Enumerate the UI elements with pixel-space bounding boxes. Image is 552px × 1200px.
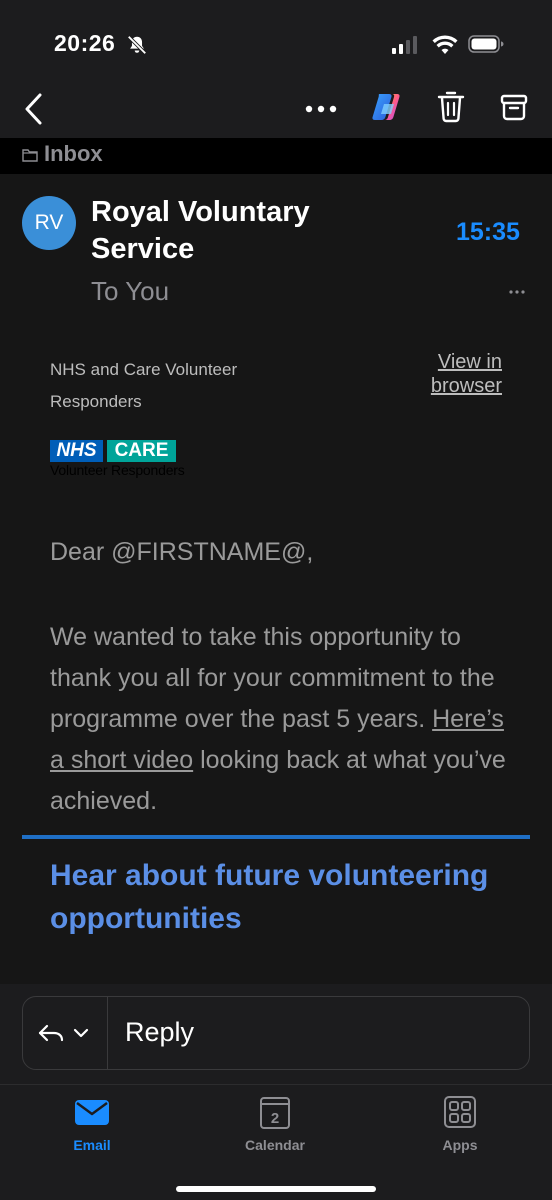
email-greeting: Dear @FIRSTNAME@,: [50, 538, 314, 566]
section-heading: Hear about future volunteering opportuni…: [50, 859, 489, 935]
avatar[interactable]: RV: [22, 196, 76, 250]
wifi-icon: [432, 35, 458, 54]
logo-subtitle: Volunteer Responders: [50, 462, 185, 478]
trash-icon[interactable]: [436, 90, 466, 124]
message-toolbar: [0, 90, 552, 138]
message-view: RV Royal Voluntary Service To You 15:35 …: [0, 174, 552, 984]
logo-nhs: NHS: [50, 440, 103, 462]
recipient-line[interactable]: To You: [91, 276, 169, 307]
logo-care: CARE: [107, 440, 176, 462]
signal-icon: [392, 36, 417, 54]
reply-label: Reply: [125, 1017, 195, 1047]
tab-bar: Email 2 Calendar Apps: [0, 1084, 552, 1200]
message-more-icon[interactable]: [508, 289, 526, 295]
copilot-icon[interactable]: [370, 90, 404, 124]
reply-chevron-icon[interactable]: [37, 1019, 97, 1047]
tab-apps-label: Apps: [442, 1137, 478, 1153]
bell-slash-icon: [127, 35, 147, 55]
nhs-care-logo: NHS CARE Volunteer Responders: [50, 440, 220, 482]
more-icon[interactable]: [304, 104, 338, 114]
email-sender-line: NHS and Care Volunteer Responders: [50, 360, 238, 411]
apps-icon: [444, 1096, 476, 1128]
reply-separator: [107, 997, 108, 1069]
view-in-browser-link[interactable]: View in browser: [410, 350, 502, 398]
home-indicator: [176, 1186, 376, 1192]
status-bar: 20:26: [0, 0, 552, 90]
tab-calendar[interactable]: 2 Calendar: [220, 1095, 330, 1153]
archive-icon[interactable]: [500, 92, 528, 122]
mail-icon: [75, 1100, 109, 1125]
email-paragraph: We wanted to take this opportunity to th…: [50, 617, 520, 822]
calendar-badge: 2: [271, 1110, 279, 1127]
reply-bar: Reply: [0, 984, 552, 1084]
folder-icon: [22, 149, 38, 162]
reply-button[interactable]: Reply: [22, 996, 530, 1070]
tab-apps[interactable]: Apps: [405, 1095, 515, 1153]
section-divider: [22, 835, 530, 839]
status-time: 20:26: [54, 30, 116, 56]
tab-email[interactable]: Email: [37, 1095, 147, 1153]
battery-icon: [468, 35, 504, 53]
back-icon[interactable]: [22, 92, 46, 126]
folder-bar[interactable]: Inbox: [0, 138, 552, 174]
folder-label: Inbox: [44, 141, 103, 166]
sender-name[interactable]: Royal Voluntary Service: [91, 194, 391, 268]
message-time: 15:35: [456, 218, 520, 246]
tab-calendar-label: Calendar: [245, 1137, 305, 1153]
calendar-icon: 2: [260, 1097, 290, 1129]
paragraph-text-start: We wanted to take this opportunity to th…: [50, 623, 495, 733]
tab-email-label: Email: [73, 1137, 111, 1153]
